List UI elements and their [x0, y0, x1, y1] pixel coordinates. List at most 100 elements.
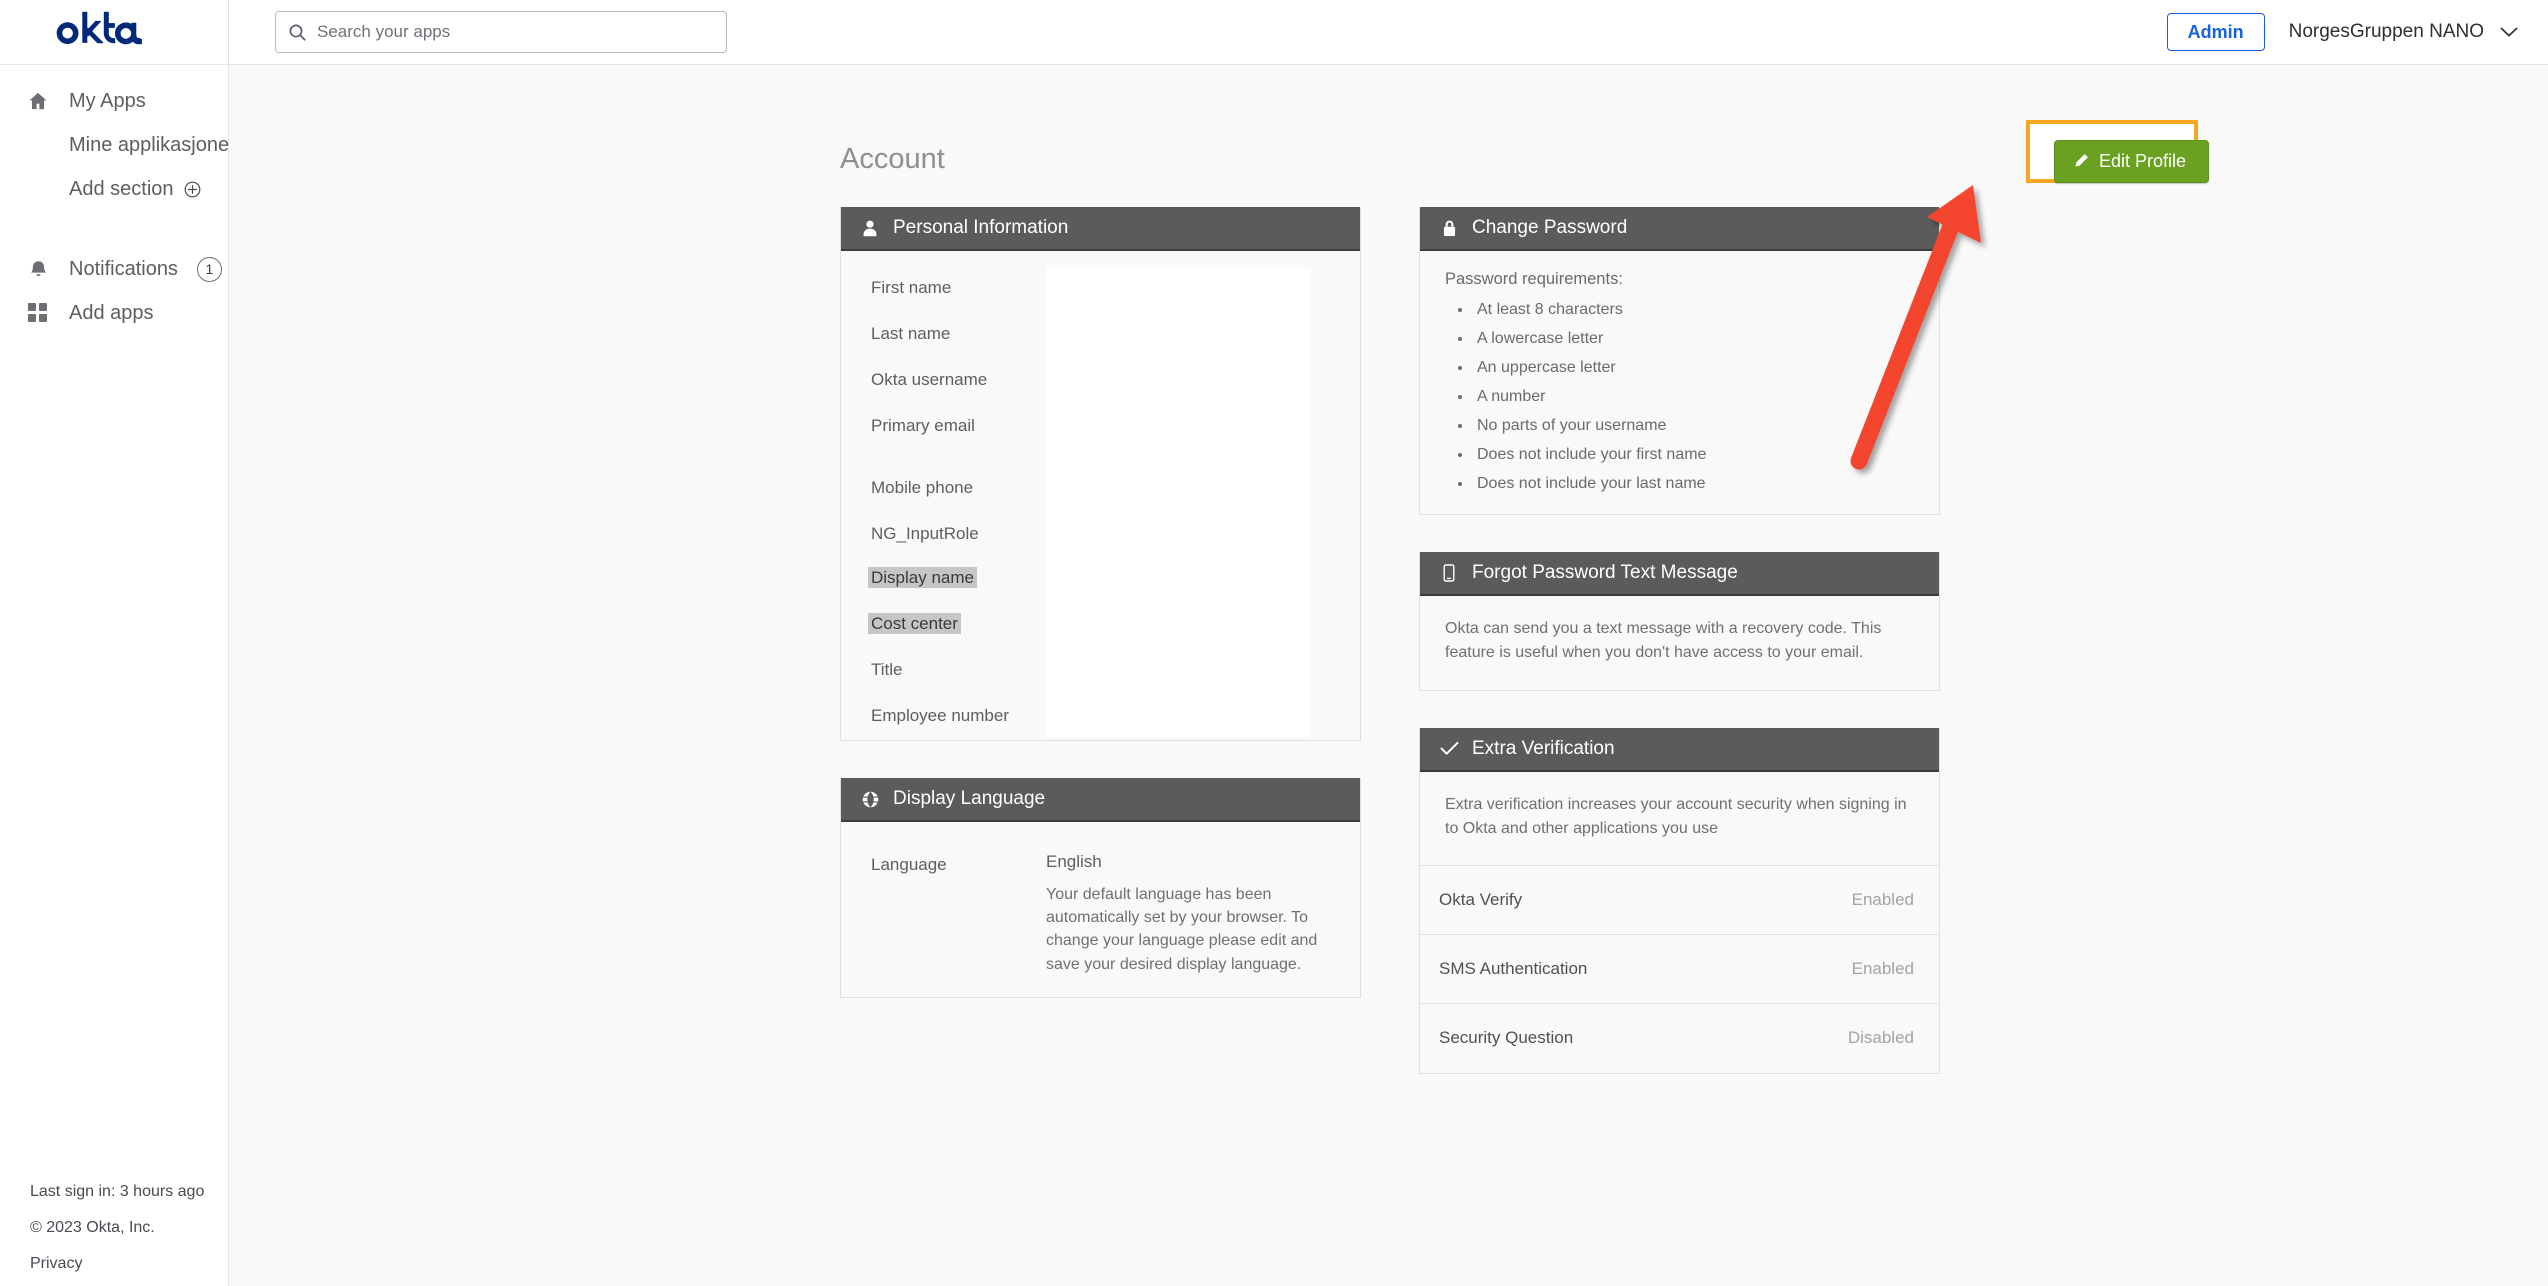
- chevron-down-icon: [2500, 27, 2518, 38]
- requirement-item: An uppercase letter: [1473, 359, 1914, 376]
- edit-profile-button[interactable]: Edit Profile: [2054, 140, 2210, 183]
- sidebar-item-label: Notifications: [69, 258, 178, 280]
- topbar: Admin NorgesGruppen NANO: [229, 0, 2548, 65]
- field-label-okta-username: Okta username: [871, 370, 988, 389]
- sidebar: My Apps Mine applikasjoner Add section N…: [0, 0, 236, 1286]
- grid-icon: [26, 301, 50, 325]
- sidebar-nav: My Apps Mine applikasjoner Add section N…: [0, 65, 236, 335]
- requirement-item: A number: [1473, 388, 1914, 405]
- okta-logo-icon: [56, 11, 142, 45]
- card-header: Personal Information: [841, 207, 1360, 251]
- pencil-icon: [2073, 153, 2089, 169]
- main-column: Admin NorgesGruppen NANO Account: [229, 0, 2548, 1286]
- factor-name: SMS Authentication: [1439, 958, 1588, 978]
- check-icon: [1438, 741, 1460, 756]
- field-label-display-name: Display name: [868, 567, 977, 588]
- card-title: Forgot Password Text Message: [1472, 561, 1738, 583]
- card-header: Display Language: [841, 778, 1360, 822]
- search-icon: [288, 23, 307, 42]
- field-label-primary-email: Primary email: [871, 416, 975, 435]
- phone-icon: [1438, 563, 1460, 582]
- field-label-ng-inputrole: NG_InputRole: [871, 524, 979, 543]
- privacy-link[interactable]: Privacy: [30, 1256, 204, 1272]
- card-body: Okta can send you a text message with a …: [1420, 596, 1939, 690]
- requirement-item: Does not include your last name: [1473, 475, 1914, 492]
- factor-row-sms-authentication[interactable]: SMS Authentication Enabled: [1420, 935, 1939, 1004]
- extra-verification-description: Extra verification increases your accoun…: [1420, 772, 1939, 866]
- requirement-item: Does not include your first name: [1473, 446, 1914, 463]
- admin-button[interactable]: Admin: [2166, 13, 2265, 51]
- forgot-password-card: Forgot Password Text Message Okta can se…: [1419, 551, 1940, 691]
- card-body: Extra verification increases your accoun…: [1420, 772, 1939, 1073]
- sidebar-footer: Last sign in: 3 hours ago © 2023 Okta, I…: [30, 1184, 204, 1272]
- card-body: Password requirements: At least 8 charac…: [1420, 251, 1939, 514]
- okta-logo[interactable]: [0, 0, 228, 65]
- requirement-item: No parts of your username: [1473, 417, 1914, 434]
- card-title: Change Password: [1472, 217, 1628, 238]
- language-value-wrap: English Your default language has been a…: [1046, 853, 1336, 976]
- page-title: Account: [840, 143, 945, 175]
- requirement-item: A lowercase letter: [1473, 330, 1914, 347]
- card-body: First name Last name Okta username Prima…: [841, 251, 1360, 740]
- status-badge: Enabled: [1851, 889, 1914, 909]
- factor-name: Security Question: [1439, 1028, 1574, 1047]
- extra-verification-card: Extra Verification Extra verification in…: [1419, 727, 1940, 1074]
- redacted-values-area: [1046, 267, 1311, 737]
- bell-icon: [26, 257, 50, 281]
- personal-information-card: Personal Information First name Last nam…: [840, 207, 1361, 741]
- sidebar-item-label: Add apps: [69, 302, 154, 324]
- forgot-password-description: Okta can send you a text message with a …: [1445, 619, 1882, 661]
- right-column: Change Password Password requirements: A…: [1419, 207, 1940, 1074]
- sidebar-item-add-apps[interactable]: Add apps: [0, 291, 228, 335]
- card-header: Extra Verification: [1420, 727, 1939, 772]
- content-area: Account Personal Information First name …: [229, 65, 2548, 1286]
- field-label-employee-number: Employee number: [871, 706, 1009, 725]
- field-label-mobile-phone: Mobile phone: [871, 478, 974, 497]
- sidebar-item-label: Mine applikasjoner: [69, 134, 236, 156]
- edit-profile-wrap: Edit Profile: [2054, 140, 2210, 183]
- password-requirements-title: Password requirements:: [1445, 270, 1623, 288]
- status-badge: Enabled: [1851, 958, 1914, 978]
- field-label-last-name: Last name: [871, 324, 951, 343]
- globe-icon: [859, 791, 881, 808]
- left-column: Personal Information First name Last nam…: [840, 207, 1361, 998]
- plus-circle-icon: [184, 181, 201, 198]
- card-title: Extra Verification: [1472, 737, 1615, 759]
- card-header: Change Password: [1420, 207, 1939, 251]
- field-label-title: Title: [871, 660, 903, 679]
- search-input[interactable]: [317, 22, 714, 42]
- edit-profile-label: Edit Profile: [2099, 151, 2187, 171]
- factor-row-okta-verify[interactable]: Okta Verify Enabled: [1420, 866, 1939, 935]
- language-value: English: [1046, 852, 1102, 871]
- language-label: Language: [871, 855, 947, 874]
- factor-row-security-question[interactable]: Security Question Disabled: [1420, 1004, 1939, 1073]
- card-body: Language English Your default language h…: [841, 822, 1360, 997]
- sidebar-item-mine-applikasjoner[interactable]: Mine applikasjoner: [0, 123, 236, 167]
- card-header: Forgot Password Text Message: [1420, 551, 1939, 596]
- requirement-item: At least 8 characters: [1473, 301, 1914, 318]
- sidebar-item-label: Add section: [69, 178, 174, 200]
- sidebar-item-notifications[interactable]: Notifications 1: [0, 247, 228, 291]
- sidebar-item-add-section[interactable]: Add section: [0, 167, 228, 211]
- person-icon: [859, 220, 881, 237]
- home-icon: [26, 89, 50, 113]
- lock-icon: [1438, 220, 1460, 237]
- search-box[interactable]: [275, 11, 727, 53]
- display-language-card: Display Language Language English Your d…: [840, 778, 1361, 998]
- status-badge: Disabled: [1847, 1028, 1914, 1047]
- notifications-badge: 1: [196, 256, 222, 282]
- user-name-label: NorgesGruppen NANO: [2288, 21, 2484, 42]
- change-password-card: Change Password Password requirements: A…: [1419, 207, 1940, 515]
- copyright-text: © 2023 Okta, Inc.: [30, 1219, 155, 1236]
- sidebar-item-my-apps[interactable]: My Apps: [0, 79, 228, 123]
- last-sign-in-text: Last sign in: 3 hours ago: [30, 1183, 205, 1200]
- user-menu[interactable]: NorgesGruppen NANO: [2289, 21, 2518, 43]
- card-title: Display Language: [893, 788, 1046, 809]
- sidebar-item-label: My Apps: [69, 90, 146, 112]
- field-label-first-name: First name: [871, 278, 952, 297]
- field-label-cost-center: Cost center: [868, 613, 961, 634]
- card-title: Personal Information: [893, 217, 1069, 238]
- factor-name: Okta Verify: [1439, 889, 1523, 909]
- language-note: Your default language has been automatic…: [1046, 886, 1318, 973]
